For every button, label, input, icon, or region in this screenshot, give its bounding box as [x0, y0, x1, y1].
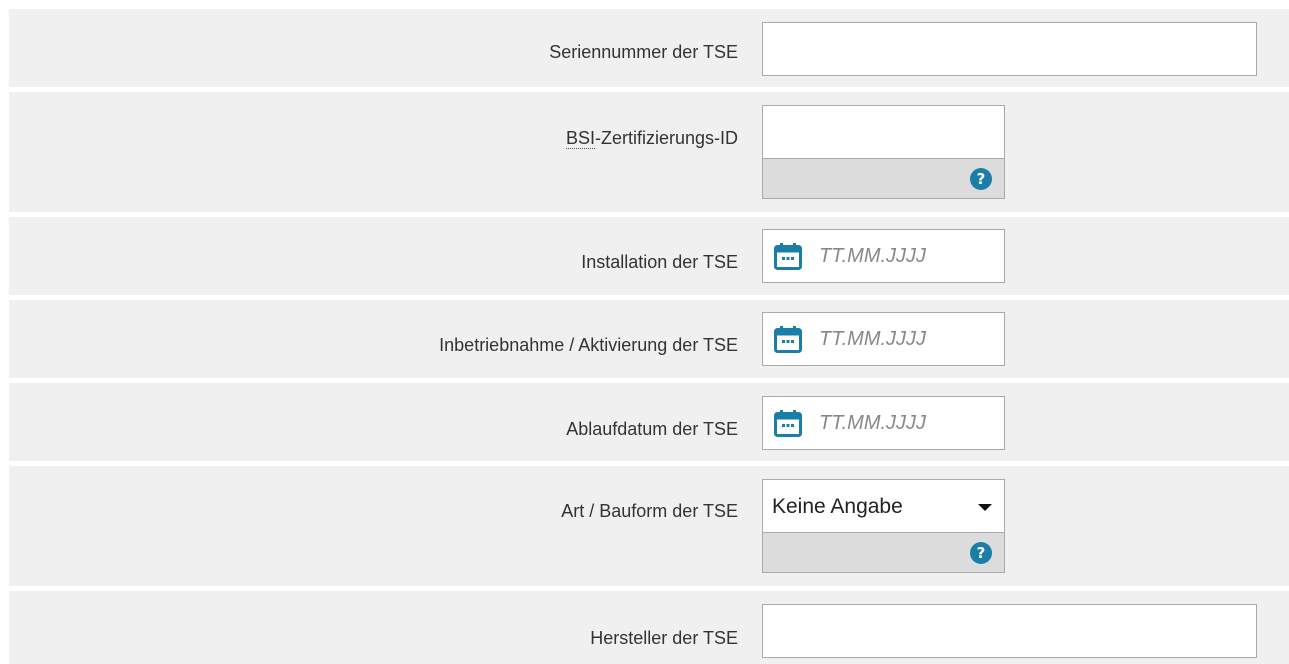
- serial-input[interactable]: [762, 22, 1257, 76]
- activation-date-placeholder: TT.MM.JJJJ: [819, 328, 927, 350]
- installation-date-placeholder: TT.MM.JJJJ: [819, 245, 927, 267]
- bsi-help-bar: ?: [762, 159, 1005, 199]
- expiry-date-placeholder: TT.MM.JJJJ: [819, 412, 927, 434]
- form-row-serial: Seriennummer der TSE: [9, 9, 1289, 87]
- type-select-value: Keine Angabe: [772, 495, 903, 518]
- activation-label: Inbetriebnahme / Aktivierung der TSE: [439, 335, 738, 355]
- form-row-bsi: BSI-Zertifizierungs-ID ?: [9, 92, 1289, 212]
- manufacturer-input[interactable]: [762, 604, 1257, 658]
- help-icon[interactable]: ?: [970, 542, 992, 564]
- form-row-expiry: Ablaufdatum der TSE TT.MM.JJJJ: [9, 383, 1289, 461]
- installation-label: Installation der TSE: [581, 252, 738, 272]
- calendar-icon[interactable]: [774, 409, 802, 437]
- help-icon[interactable]: ?: [970, 168, 992, 190]
- bsi-label-rest: -Zertifizierungs-ID: [594, 128, 738, 148]
- form-row-manufacturer: Hersteller der TSE: [9, 591, 1289, 664]
- expiry-label: Ablaufdatum der TSE: [566, 419, 738, 439]
- installation-date-input[interactable]: TT.MM.JJJJ: [762, 229, 1005, 283]
- activation-date-input[interactable]: TT.MM.JJJJ: [762, 312, 1005, 366]
- form-row-activation: Inbetriebnahme / Aktivierung der TSE TT.…: [9, 300, 1289, 378]
- calendar-icon[interactable]: [774, 325, 802, 353]
- form-row-type: Art / Bauform der TSE Keine Angabe ?: [9, 466, 1289, 586]
- manufacturer-label: Hersteller der TSE: [590, 628, 738, 648]
- type-help-bar: ?: [762, 533, 1005, 573]
- calendar-icon[interactable]: [774, 242, 802, 270]
- bsi-abbreviation[interactable]: BSI: [565, 128, 595, 149]
- bsi-id-input[interactable]: [762, 105, 1005, 159]
- tse-form: Seriennummer der TSE BSI-Zertifizierungs…: [0, 0, 1289, 664]
- expiry-date-input[interactable]: TT.MM.JJJJ: [762, 396, 1005, 450]
- form-row-installation: Installation der TSE TT.MM.JJJJ: [9, 217, 1289, 295]
- serial-label: Seriennummer der TSE: [549, 42, 738, 62]
- chevron-down-icon[interactable]: [978, 504, 992, 511]
- bsi-label: BSI-Zertifizierungs-ID: [565, 127, 738, 149]
- type-select[interactable]: Keine Angabe: [762, 479, 1005, 533]
- type-label: Art / Bauform der TSE: [561, 501, 738, 521]
